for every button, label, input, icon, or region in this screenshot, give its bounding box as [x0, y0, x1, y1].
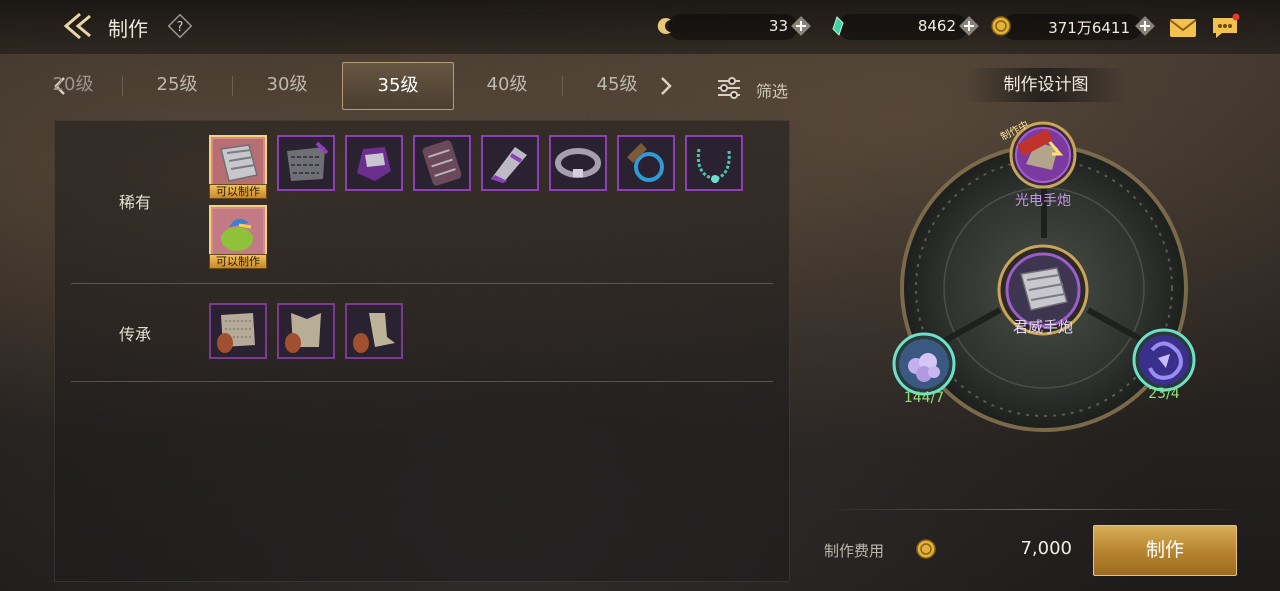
- heritage-vest-icon: [277, 303, 335, 359]
- item-purple-greave[interactable]: [481, 135, 539, 191]
- add-currency-2-button[interactable]: [958, 15, 980, 37]
- tab-45[interactable]: 45级: [562, 62, 672, 108]
- scale-armor-icon: [277, 135, 335, 191]
- tab-40[interactable]: 40级: [452, 62, 562, 108]
- item-jade-necklace[interactable]: [685, 135, 743, 191]
- currency-value-3: 371万6411: [1048, 19, 1130, 37]
- purple-greave-icon: [481, 135, 539, 191]
- item-studded-vambrace[interactable]: [413, 135, 471, 191]
- category-divider: [71, 381, 773, 382]
- purple-helm-icon: [345, 135, 403, 191]
- currency-value-2: 8462: [917, 17, 956, 35]
- tab-30[interactable]: 30级: [232, 62, 342, 108]
- item-list-panel: 稀有 可以制作 可以制作 传承: [54, 120, 790, 582]
- question-icon: ?: [167, 13, 193, 39]
- green-pouch-icon: [209, 205, 267, 261]
- back-arrow-icon: [63, 12, 91, 40]
- gold-coin-icon: [991, 16, 1011, 36]
- mail-button[interactable]: [1168, 13, 1198, 41]
- item-heritage-boots[interactable]: [345, 303, 403, 359]
- blueprint-diagram: 制作中 光电手炮 君威手炮 144/7 23/4: [860, 110, 1240, 440]
- tabs-scroll-right-icon[interactable]: [660, 76, 672, 96]
- top-node-label: 光电手炮: [1015, 193, 1071, 209]
- right-node-count: 23/4: [1148, 386, 1180, 402]
- chat-button[interactable]: [1210, 13, 1240, 41]
- rare-gauntlet-icon: [209, 135, 267, 191]
- studded-vambrace-icon: [413, 135, 471, 191]
- cost-value: 7,000: [1020, 538, 1072, 559]
- item-purple-helm[interactable]: [345, 135, 403, 191]
- item-green-pouch[interactable]: 可以制作: [209, 205, 267, 269]
- filter-label: 筛选: [756, 82, 789, 101]
- center-node-label: 君威手炮: [1012, 318, 1073, 336]
- page-title: 制作: [108, 17, 148, 41]
- item-scale-armor[interactable]: [277, 135, 335, 191]
- blueprint-title: 制作设计图: [966, 68, 1126, 102]
- back-button[interactable]: [62, 10, 98, 42]
- tab-25[interactable]: 25级: [122, 62, 232, 108]
- craftable-badge: 可以制作: [209, 254, 267, 269]
- add-currency-1-button[interactable]: [790, 15, 812, 37]
- item-rare-gauntlet[interactable]: 可以制作: [209, 135, 267, 199]
- gold-coin-icon: [916, 539, 936, 559]
- heritage-boots-icon: [345, 303, 403, 359]
- bronze-ring-icon: [617, 135, 675, 191]
- currency-value-1: 33: [768, 17, 788, 35]
- crescent-token-icon: [657, 18, 671, 34]
- filter-sliders-icon: [718, 77, 740, 99]
- craftable-badge: 可以制作: [209, 184, 267, 199]
- filter-button[interactable]: 筛选: [716, 74, 806, 102]
- jade-necklace-icon: [685, 135, 743, 191]
- svg-text:?: ?: [177, 20, 184, 35]
- level-tabs: 20级 25级 30级 35级 40级 45级: [40, 62, 680, 110]
- craft-button[interactable]: 制作: [1093, 525, 1237, 576]
- blueprint-right-node[interactable]: [1132, 328, 1196, 392]
- tab-35[interactable]: 35级: [342, 62, 454, 110]
- tab-20[interactable]: 20级: [18, 62, 128, 108]
- cost-divider: [820, 509, 1250, 510]
- silver-belt-icon: [549, 135, 607, 191]
- category-label-rare: 稀有: [119, 193, 152, 212]
- category-label-heritage: 传承: [119, 325, 152, 344]
- blueprint-left-node[interactable]: [892, 332, 956, 396]
- green-crystal-icon: [832, 16, 844, 36]
- help-button[interactable]: ?: [167, 13, 193, 39]
- cost-label: 制作费用: [824, 542, 885, 560]
- category-divider: [71, 283, 773, 284]
- item-heritage-vest[interactable]: [277, 303, 335, 359]
- heritage-chainmail-icon: [209, 303, 267, 359]
- item-silver-belt[interactable]: [549, 135, 607, 191]
- add-currency-3-button[interactable]: [1134, 15, 1156, 37]
- item-bronze-ring[interactable]: [617, 135, 675, 191]
- left-node-count: 144/7: [903, 390, 945, 406]
- item-heritage-chainmail[interactable]: [209, 303, 267, 359]
